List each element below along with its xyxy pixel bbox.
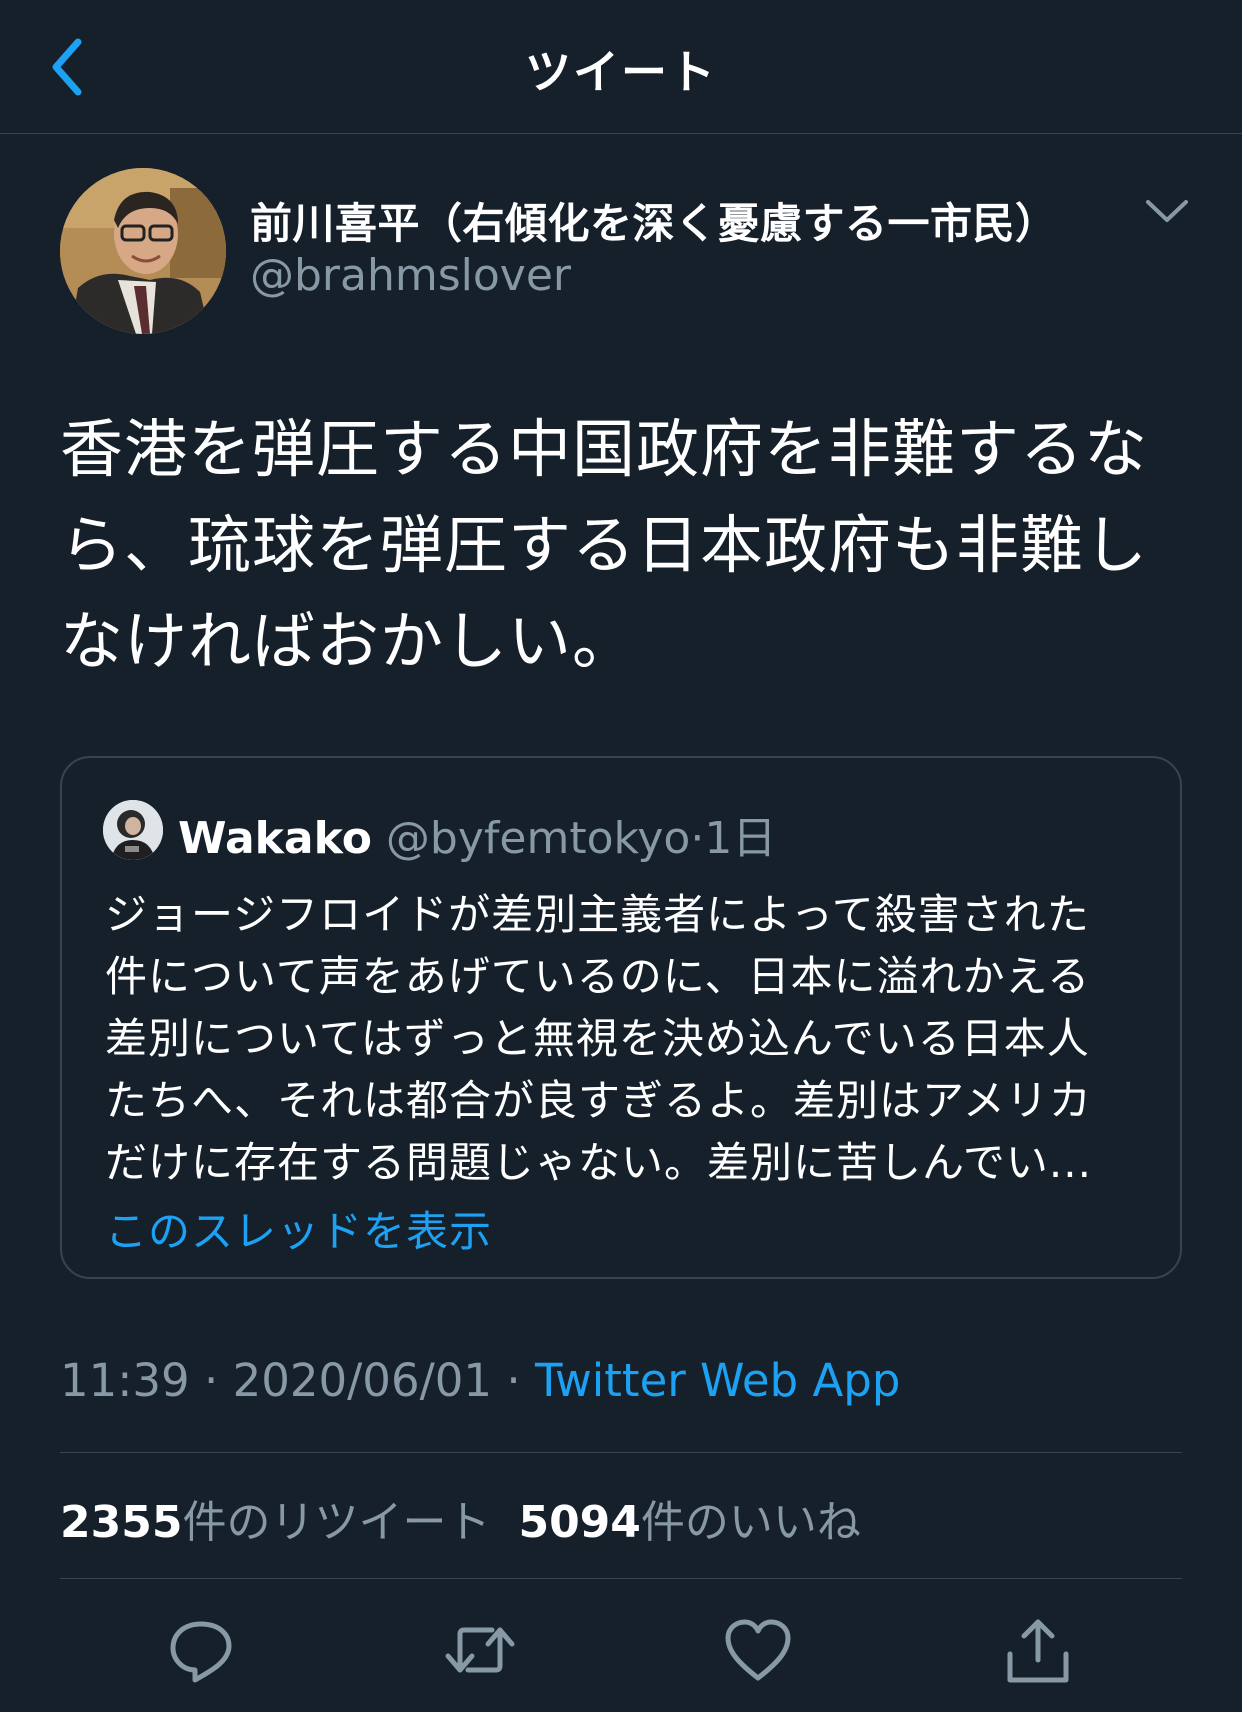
quoted-header: Wakako @byfemtokyo·1日 [178, 802, 776, 866]
tweet-source-link[interactable]: Twitter Web App [535, 1354, 900, 1407]
quoted-handle: @byfemtokyo [385, 813, 691, 864]
tweet-author: 前川喜平（右傾化を深く憂慮する一市民） @brahmslover [60, 168, 1190, 338]
tweet-text: 香港を弾圧する中国政府を非難するな ら、琉球を弾圧する日本政府も非難し なければ… [60, 402, 1180, 690]
chevron-down-icon [1146, 200, 1188, 222]
likes-stat[interactable]: 5094件のいいね [518, 1497, 860, 1548]
like-button[interactable] [718, 1610, 798, 1690]
meta-separator: · [204, 1354, 219, 1407]
page-title: ツイート [525, 45, 717, 99]
tweet-meta: 11:39 · 2020/06/01 · Twitter Web App [60, 1354, 900, 1407]
quoted-text-line: ジョージフロイドが差別主義者によって殺害された [105, 890, 1090, 939]
action-bar [0, 1610, 1242, 1690]
divider [60, 1578, 1182, 1579]
retweets-label: 件のリツイート [182, 1497, 491, 1548]
quoted-name: Wakako [178, 813, 372, 864]
heart-icon [725, 1619, 791, 1681]
navigation-bar: ツイート [0, 0, 1242, 134]
reply-button[interactable] [161, 1610, 241, 1690]
tweet-text-line: 香港を弾圧する中国政府を非難するな [60, 413, 1148, 486]
avatar[interactable] [60, 168, 226, 334]
display-name[interactable]: 前川喜平（右傾化を深く憂慮する一市民） [250, 190, 1058, 251]
meta-separator: · [506, 1354, 521, 1407]
quoted-text-line: 件について声をあげているのに、日本に溢れかえる [105, 952, 1091, 1001]
tweet-time: 11:39 [60, 1354, 190, 1407]
quoted-avatar [103, 800, 163, 860]
quoted-time: 1日 [704, 813, 777, 864]
user-handle[interactable]: @brahmslover [250, 250, 571, 301]
more-options-button[interactable] [1142, 196, 1192, 226]
quoted-separator: · [690, 813, 705, 864]
retweet-icon [445, 1627, 515, 1673]
retweets-stat[interactable]: 2355件のリツイート [60, 1497, 490, 1548]
quoted-tweet[interactable]: Wakako @byfemtokyo·1日 ジョージフロイドが差別主義者によって… [60, 756, 1182, 1279]
likes-label: 件のいいね [640, 1497, 861, 1548]
tweet-stats: 2355件のリツイート 5094件のいいね [60, 1486, 861, 1550]
likes-count: 5094 [518, 1497, 641, 1548]
reply-icon [170, 1621, 232, 1683]
tweet-text-line: なければおかしい。 [60, 605, 636, 678]
retweet-button[interactable] [440, 1610, 520, 1690]
retweets-count: 2355 [60, 1497, 183, 1548]
tweet-date: 2020/06/01 [232, 1354, 492, 1407]
quoted-text-line: 差別についてはずっと無視を決め込んでいる日本人 [105, 1014, 1090, 1063]
quoted-text-line: だけに存在する問題じゃない。差別に苦しんでい... [105, 1138, 1092, 1187]
share-icon [1007, 1619, 1069, 1683]
quoted-text-line: たちへ、それは都合が良すぎるよ。差別はアメリカ [105, 1076, 1092, 1125]
divider [60, 1452, 1182, 1453]
tweet-text-line: ら、琉球を弾圧する日本政府も非難し [60, 509, 1148, 582]
share-button[interactable] [998, 1610, 1078, 1690]
show-thread-link[interactable]: このスレッドを表示 [105, 1198, 492, 1259]
quoted-text: ジョージフロイドが差別主義者によって殺害された 件について声をあげているのに、日… [105, 884, 1155, 1194]
